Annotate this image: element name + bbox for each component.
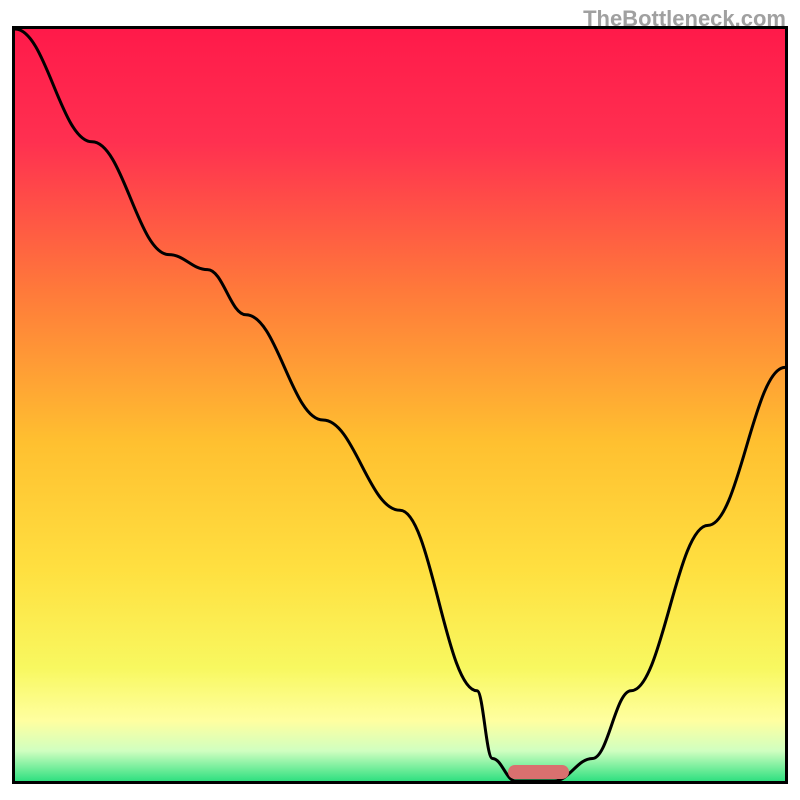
optimal-range-marker bbox=[508, 765, 570, 779]
watermark-text: TheBottleneck.com bbox=[583, 6, 786, 32]
bottleneck-curve bbox=[15, 29, 785, 781]
chart-plot-area bbox=[12, 26, 788, 784]
